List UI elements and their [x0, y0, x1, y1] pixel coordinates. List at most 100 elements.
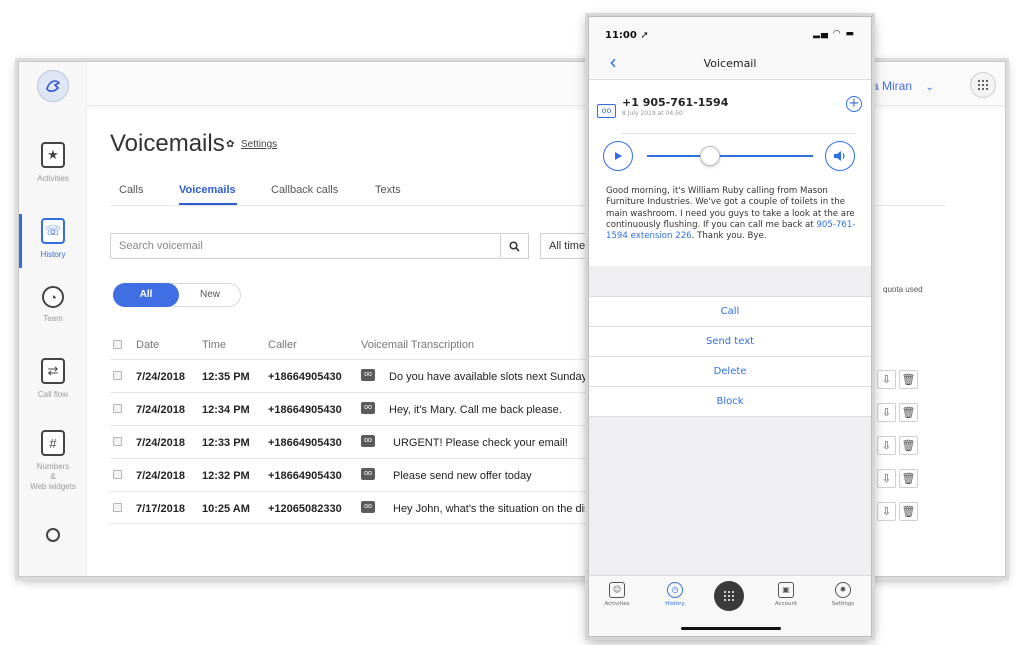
download-icon[interactable]: ⇩	[877, 370, 896, 389]
phone-screen: 11:00 ➚ ▂▄ ◠ ▬ ‹ Voicemail oo +1 905-761…	[588, 16, 872, 637]
sidebar-item-team[interactable]: ◔ Team	[19, 286, 87, 324]
voicemail-date: 8 July 2019 at 04:50	[622, 110, 683, 117]
send-text-button[interactable]: Send text	[589, 327, 871, 357]
playback-track[interactable]	[647, 155, 813, 157]
tab-label: History	[665, 601, 685, 607]
search-button[interactable]	[501, 233, 529, 259]
table-row[interactable]: 7/24/2018 12:34 PM +18664905430 oo Hey, …	[110, 392, 610, 425]
table-header: Date Time Caller Voicemail Transcription	[110, 332, 610, 362]
tab-activities[interactable]: ☺ Activities	[597, 582, 637, 607]
sidebar-label: Team	[43, 314, 63, 323]
row-checkbox[interactable]	[113, 470, 122, 479]
delete-button[interactable]: Delete	[589, 357, 871, 387]
tab-history[interactable]: ◷ History	[655, 582, 695, 607]
help-icon	[46, 528, 60, 542]
row-checkbox[interactable]	[113, 404, 122, 413]
history-icon: ☏	[41, 218, 65, 244]
gear-icon: ✹	[835, 582, 851, 598]
filter-new-button[interactable]: New	[180, 284, 240, 306]
row-checkbox[interactable]	[113, 371, 122, 380]
nav-bar: ‹ Voicemail	[589, 47, 871, 80]
select-all-checkbox[interactable]	[113, 340, 122, 349]
tab-account[interactable]: ▣ Account	[766, 582, 806, 607]
download-icon[interactable]: ⇩	[877, 469, 896, 488]
sidebar-label: Numbers & Web widgets	[30, 462, 76, 491]
trash-icon[interactable]: 🗑	[899, 436, 918, 455]
row-checkbox[interactable]	[113, 503, 122, 512]
tab-label: Settings	[831, 601, 855, 607]
star-icon: ★	[41, 142, 65, 168]
row-caller: +18664905430	[268, 470, 342, 482]
logo-icon[interactable]	[37, 70, 69, 102]
row-caller: +12065082330	[268, 503, 342, 515]
table-row[interactable]: 7/24/2018 12:33 PM +18664905430 oo URGEN…	[110, 425, 610, 458]
tab-bar: ☺ Activities ◷ History ▣ Account ✹ Setti…	[589, 575, 871, 636]
play-button[interactable]	[603, 141, 633, 171]
sidebar-label: Activities	[37, 174, 69, 183]
column-header-transcription: Voicemail Transcription	[361, 339, 475, 351]
speaker-button[interactable]	[825, 141, 855, 171]
download-icon[interactable]: ⇩	[877, 403, 896, 422]
action-list: Call Send text Delete Block	[589, 296, 871, 417]
search-box	[110, 233, 501, 259]
sidebar-item-call-flow[interactable]: ⇄ Call flow	[19, 358, 87, 400]
table-row[interactable]: 7/17/2018 10:25 AM +12065082330 oo Hey J…	[110, 491, 610, 524]
voicemail-transcript: Good morning, it's William Ruby calling …	[606, 186, 856, 242]
row-time: 12:33 PM	[202, 437, 250, 449]
voicemail-icon: oo	[361, 501, 375, 513]
dialpad-button[interactable]	[714, 581, 744, 611]
playback-slider-handle[interactable]	[700, 146, 721, 166]
user-menu[interactable]: a Miran ⌄	[872, 79, 934, 93]
speaker-icon	[834, 151, 845, 161]
settings-gear-icon: ✿	[226, 139, 235, 150]
sidebar-label: History	[40, 250, 66, 259]
row-transcription: Do you have available slots next Sunday?	[389, 371, 594, 383]
row-date: 7/17/2018	[136, 503, 185, 515]
row-transcription: Please send new offer today	[393, 470, 532, 482]
all-new-toggle: All New	[113, 283, 241, 307]
trash-icon[interactable]: 🗑	[899, 403, 918, 422]
sidebar-item-history[interactable]: ☏ History	[19, 218, 87, 260]
settings-link[interactable]: Settings	[241, 139, 277, 150]
sidebar-item-activities[interactable]: ★ Activities	[19, 142, 87, 184]
trash-icon[interactable]: 🗑	[899, 502, 918, 521]
dialpad-icon[interactable]	[970, 72, 996, 98]
tab-settings[interactable]: ✹ Settings	[823, 582, 863, 607]
trash-icon[interactable]: 🗑	[899, 469, 918, 488]
tab-texts[interactable]: Texts	[375, 184, 401, 196]
table-row[interactable]: 7/24/2018 12:35 PM +18664905430 oo Do yo…	[110, 359, 610, 392]
trash-icon[interactable]: 🗑	[899, 370, 918, 389]
block-button[interactable]: Block	[589, 387, 871, 417]
column-header-caller: Caller	[268, 339, 297, 351]
table-row[interactable]: 7/24/2018 12:32 PM +18664905430 oo Pleas…	[110, 458, 610, 491]
filter-all-button[interactable]: All	[113, 283, 179, 307]
sidebar-item-help[interactable]	[19, 528, 87, 542]
play-icon	[615, 152, 622, 160]
add-contact-icon[interactable]: +	[846, 96, 862, 112]
row-transcription: Hey John, what's the situation on the di…	[393, 503, 596, 515]
status-time: 11:00 ➚	[605, 30, 649, 41]
chevron-down-icon: ⌄	[925, 82, 934, 93]
sidebar-item-numbers[interactable]: # Numbers & Web widgets	[19, 430, 87, 492]
quota-label: quota used	[883, 285, 923, 294]
row-caller: +18664905430	[268, 437, 342, 449]
tab-calls[interactable]: Calls	[119, 184, 143, 196]
status-bar: 11:00 ➚ ▂▄ ◠ ▬	[589, 17, 871, 47]
download-icon[interactable]: ⇩	[877, 436, 896, 455]
tab-callback-calls[interactable]: Callback calls	[271, 184, 338, 196]
search-input[interactable]	[111, 234, 471, 258]
download-icon[interactable]: ⇩	[877, 502, 896, 521]
row-date: 7/24/2018	[136, 470, 185, 482]
call-button[interactable]: Call	[589, 297, 871, 327]
row-checkbox[interactable]	[113, 437, 122, 446]
activities-icon: ☺	[609, 582, 625, 598]
signal-wifi-battery-icon: ▂▄ ◠ ▬	[813, 29, 855, 39]
row-caller: +18664905430	[268, 371, 342, 383]
team-icon: ◔	[42, 286, 64, 308]
voicemail-icon: oo	[597, 104, 616, 118]
voicemail-icon: oo	[361, 468, 375, 480]
row-transcription: Hey, it's Mary. Call me back please.	[389, 404, 562, 416]
row-date: 7/24/2018	[136, 371, 185, 383]
tab-voicemails[interactable]: Voicemails	[179, 184, 236, 196]
dialpad-icon	[724, 591, 734, 601]
